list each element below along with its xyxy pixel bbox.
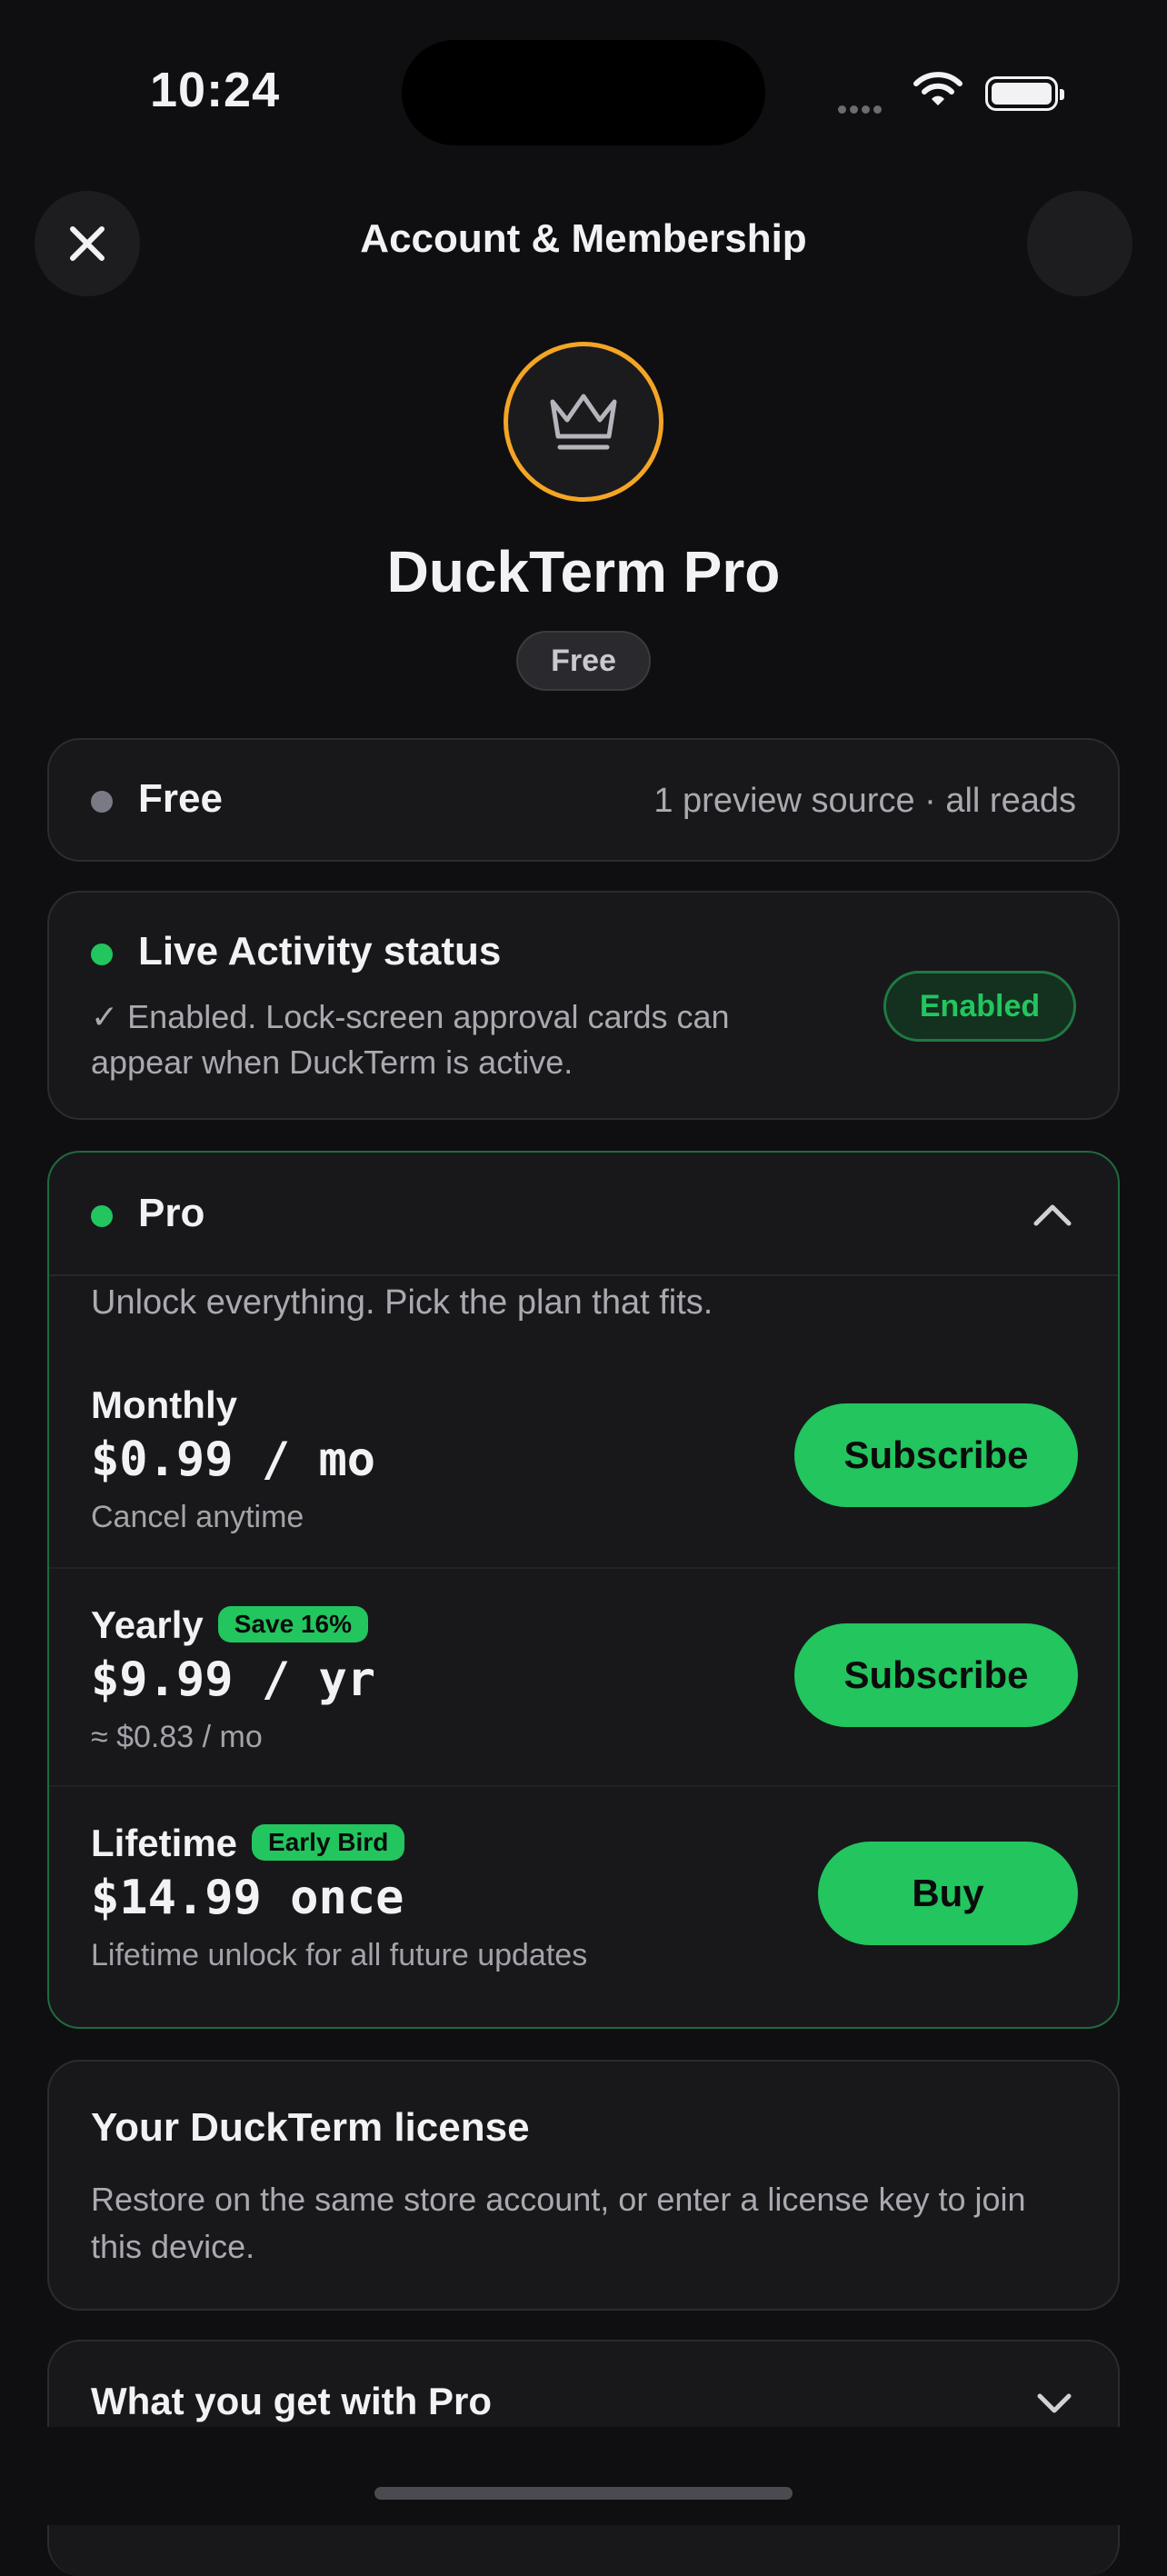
- license-description: Restore on the same store account, or en…: [91, 2181, 1026, 2265]
- plan-name: Monthly: [91, 1383, 237, 1426]
- battery-icon: [985, 76, 1064, 111]
- free-plan-card: Free 1 preview source · all reads: [47, 738, 1120, 862]
- chevron-up-icon[interactable]: [1032, 1202, 1072, 1232]
- subscribe-monthly-button[interactable]: Subscribe: [794, 1403, 1078, 1507]
- live-activity-description: ✓ Enabled. Lock-screen approval cards ca…: [91, 998, 730, 1081]
- bottom-safe-area: [0, 2427, 1167, 2525]
- cellular-signal-icon: [838, 102, 885, 118]
- pro-benefits-title: What you get with Pro: [91, 2380, 492, 2422]
- buy-lifetime-button[interactable]: Buy: [818, 1842, 1078, 1945]
- save-badge: Save 16%: [217, 1605, 369, 1642]
- pro-plans-card: Pro Unlock everything. Pick the plan tha…: [47, 1151, 1120, 2029]
- status-time: 10:24: [150, 63, 281, 117]
- wifi-icon: [913, 71, 963, 114]
- app-name: DuckTerm Pro: [386, 539, 781, 604]
- early-bird-badge: Early Bird: [252, 1823, 405, 1861]
- plan-note: ≈ $0.83 / mo: [91, 1720, 263, 1754]
- license-card[interactable]: Your DuckTerm license Restore on the sam…: [47, 2060, 1120, 2311]
- live-activity-title: Live Activity status: [138, 929, 502, 973]
- license-title: Your DuckTerm license: [91, 2105, 530, 2150]
- plan-price: $0.99 / mo: [91, 1433, 376, 1487]
- plan-note: Lifetime unlock for all future updates: [91, 1938, 588, 1972]
- plan-name-with-badge: Lifetime Early Bird: [91, 1822, 405, 1865]
- subscribe-yearly-button[interactable]: Subscribe: [794, 1623, 1078, 1727]
- status-dot: [91, 1205, 113, 1227]
- pro-title: Pro: [138, 1191, 205, 1235]
- free-plan-title: Free: [138, 776, 223, 821]
- pro-section-header[interactable]: [49, 1153, 1118, 1274]
- crown-avatar: [504, 342, 663, 502]
- pro-subtitle: Unlock everything. Pick the plan that fi…: [91, 1283, 713, 1322]
- status-dot: [91, 791, 113, 813]
- plan-price: $14.99 once: [91, 1871, 404, 1925]
- plan-row-yearly: Yearly Save 16% $9.99 / yr ≈ $0.83 / mo S…: [49, 1567, 1118, 1787]
- plan-name: Yearly: [91, 1603, 204, 1646]
- plan-row-lifetime: Lifetime Early Bird $14.99 once Lifetime …: [49, 1785, 1118, 2005]
- page-title: Account & Membership: [360, 216, 807, 261]
- live-activity-status-badge: Enabled: [883, 971, 1076, 1042]
- plan-row-monthly: Monthly $0.99 / mo Cancel anytime Subscr…: [49, 1349, 1118, 1567]
- dynamic-island: [402, 40, 765, 145]
- current-plan-pill: Free: [516, 631, 651, 691]
- plan-price: $9.99 / yr: [91, 1652, 376, 1707]
- chevron-down-icon[interactable]: [1036, 2392, 1072, 2421]
- crown-icon: [550, 394, 617, 450]
- status-dot: [91, 944, 113, 965]
- nav-right-button[interactable]: [1027, 191, 1132, 296]
- plan-name: Lifetime: [91, 1822, 238, 1864]
- home-indicator[interactable]: [374, 2487, 793, 2500]
- plan-name-with-badge: Yearly Save 16%: [91, 1603, 369, 1647]
- divider: [49, 1274, 1118, 1276]
- free-plan-meta: 1 preview source · all reads: [653, 782, 1076, 820]
- plan-note: Cancel anytime: [91, 1500, 304, 1534]
- live-activity-card: Live Activity status ✓ Enabled. Lock-scr…: [47, 891, 1120, 1120]
